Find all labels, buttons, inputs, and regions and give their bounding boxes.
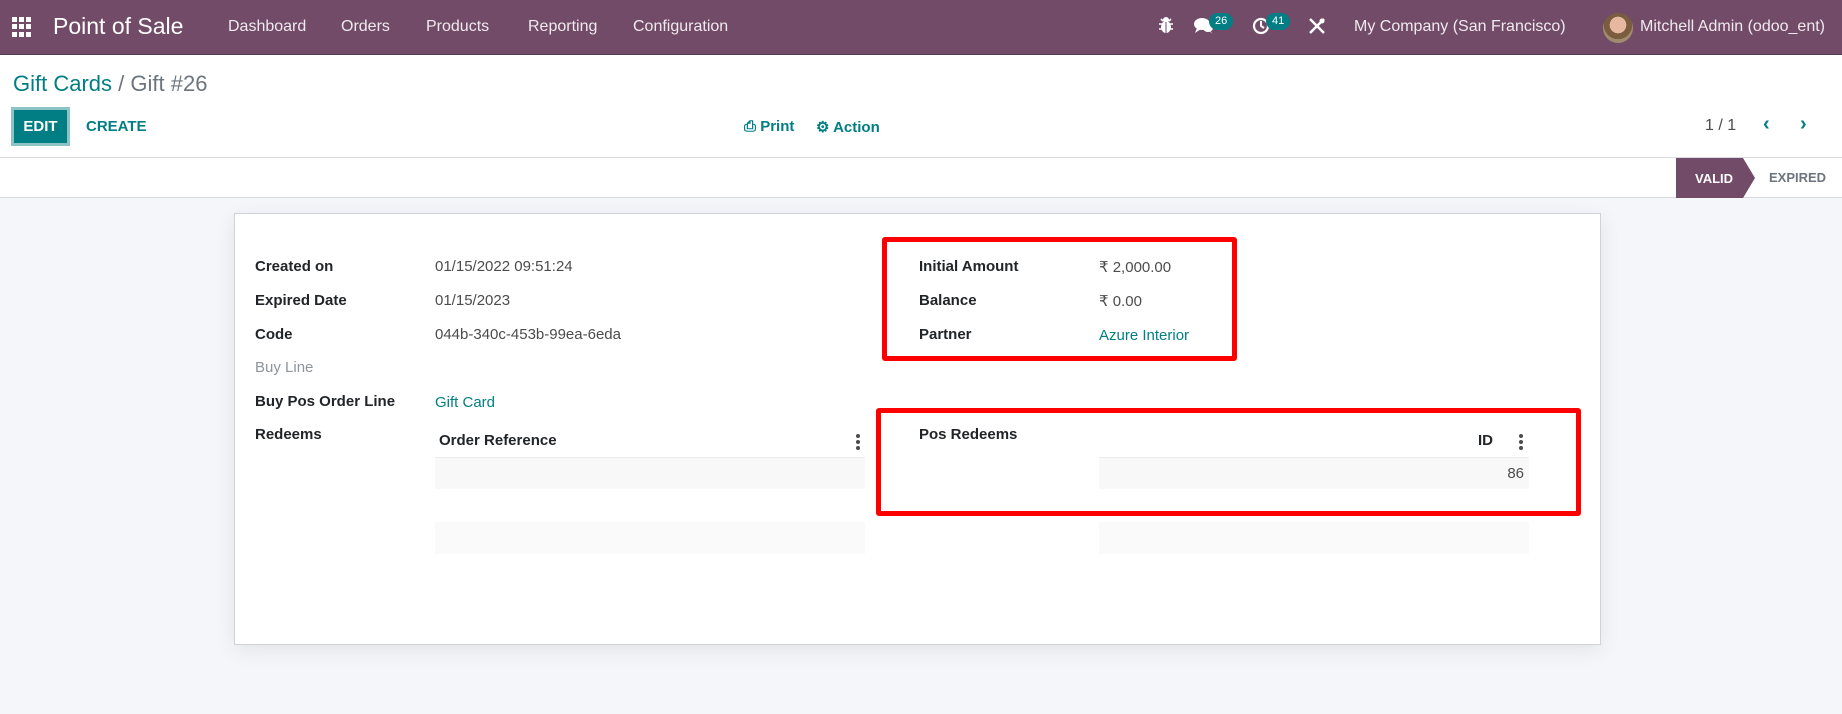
pager-next-button[interactable]: › (1800, 113, 1807, 136)
breadcrumb-gift-cards[interactable]: Gift Cards (13, 71, 112, 96)
expired-date-value: 01/15/2023 (435, 292, 511, 309)
create-button[interactable]: CREATE (86, 118, 147, 135)
status-expired[interactable]: EXPIRED (1769, 170, 1826, 185)
status-bar: VALID EXPIRED (0, 158, 1842, 198)
pager-previous-button[interactable]: ‹ (1763, 113, 1770, 136)
redeems-table-empty-row (435, 522, 865, 554)
balance-value: ₹ 0.00 (1099, 293, 1142, 310)
menu-orders[interactable]: Orders (341, 18, 390, 36)
bug-icon (1159, 17, 1173, 33)
redeems-table-empty-row (435, 457, 865, 489)
action-button[interactable]: ⚙ Action (816, 118, 880, 136)
menu-reporting[interactable]: Reporting (528, 18, 597, 36)
pos-redeem-id: 86 (1507, 465, 1524, 482)
apps-menu-icon[interactable] (12, 17, 34, 37)
pos-redeems-row[interactable]: 86 (1099, 457, 1529, 489)
created-on-value: 01/15/2022 09:51:24 (435, 258, 573, 275)
status-valid[interactable]: VALID (1676, 158, 1755, 198)
pager-value[interactable]: 1 / 1 (1705, 117, 1736, 135)
buy-line-label: Buy Line (255, 359, 314, 376)
order-reference-header[interactable]: Order Reference (439, 432, 557, 449)
pos-redeems-label: Pos Redeems (919, 426, 1018, 443)
tools-button[interactable] (1308, 17, 1326, 40)
action-label: Action (833, 119, 880, 136)
messages-badge: 26 (1209, 13, 1234, 30)
messages-button[interactable]: 26 (1194, 13, 1234, 40)
partner-link[interactable]: Azure Interior (1099, 327, 1189, 344)
breadcrumb-separator: / (118, 71, 125, 96)
chevron-left-icon: ‹ (1763, 113, 1770, 135)
code-label: Code (255, 326, 293, 343)
gear-icon: ⚙ (816, 119, 830, 136)
menu-configuration[interactable]: Configuration (633, 18, 728, 36)
print-label: Print (760, 118, 795, 135)
control-panel: Gift Cards / Gift #26 EDIT CREATE ⎙ Prin… (0, 55, 1842, 158)
pos-redeems-empty-row (1099, 522, 1529, 554)
debug-button[interactable] (1158, 16, 1174, 39)
form-sheet: Created on 01/15/2022 09:51:24 Expired D… (234, 213, 1601, 645)
id-column-header[interactable]: ID (1478, 432, 1493, 449)
menu-dashboard[interactable]: Dashboard (228, 18, 306, 36)
chevron-right-icon: › (1800, 113, 1807, 135)
code-value: 044b-340c-453b-99ea-6eda (435, 326, 621, 343)
balance-label: Balance (919, 292, 977, 309)
activities-badge: 41 (1266, 13, 1291, 30)
expired-date-label: Expired Date (255, 292, 347, 309)
menu-products[interactable]: Products (426, 18, 489, 36)
print-icon: ⎙ (744, 118, 757, 135)
buy-pos-order-line-label: Buy Pos Order Line (255, 393, 396, 410)
created-on-label: Created on (255, 258, 334, 275)
app-title[interactable]: Point of Sale (53, 13, 183, 40)
partner-label: Partner (919, 326, 972, 343)
tools-icon (1309, 18, 1325, 34)
print-button[interactable]: ⎙ Print (744, 118, 794, 135)
buy-pos-order-line-link[interactable]: Gift Card (435, 394, 495, 411)
user-menu[interactable]: Mitchell Admin (odoo_ent) (1640, 18, 1825, 36)
top-navbar: Point of Sale Dashboard Orders Products … (0, 0, 1842, 55)
initial-amount-label: Initial Amount (919, 258, 1019, 275)
breadcrumb: Gift Cards / Gift #26 (13, 71, 207, 97)
activities-button[interactable]: 41 (1252, 13, 1291, 40)
column-options-icon[interactable] (856, 434, 860, 450)
breadcrumb-current: Gift #26 (130, 71, 208, 96)
company-switcher[interactable]: My Company (San Francisco) (1354, 18, 1566, 36)
user-avatar[interactable] (1603, 13, 1633, 43)
redeems-label: Redeems (255, 426, 322, 443)
initial-amount-value: ₹ 2,000.00 (1099, 259, 1172, 276)
column-options-icon[interactable] (1519, 434, 1523, 450)
edit-button[interactable]: EDIT (11, 107, 70, 146)
